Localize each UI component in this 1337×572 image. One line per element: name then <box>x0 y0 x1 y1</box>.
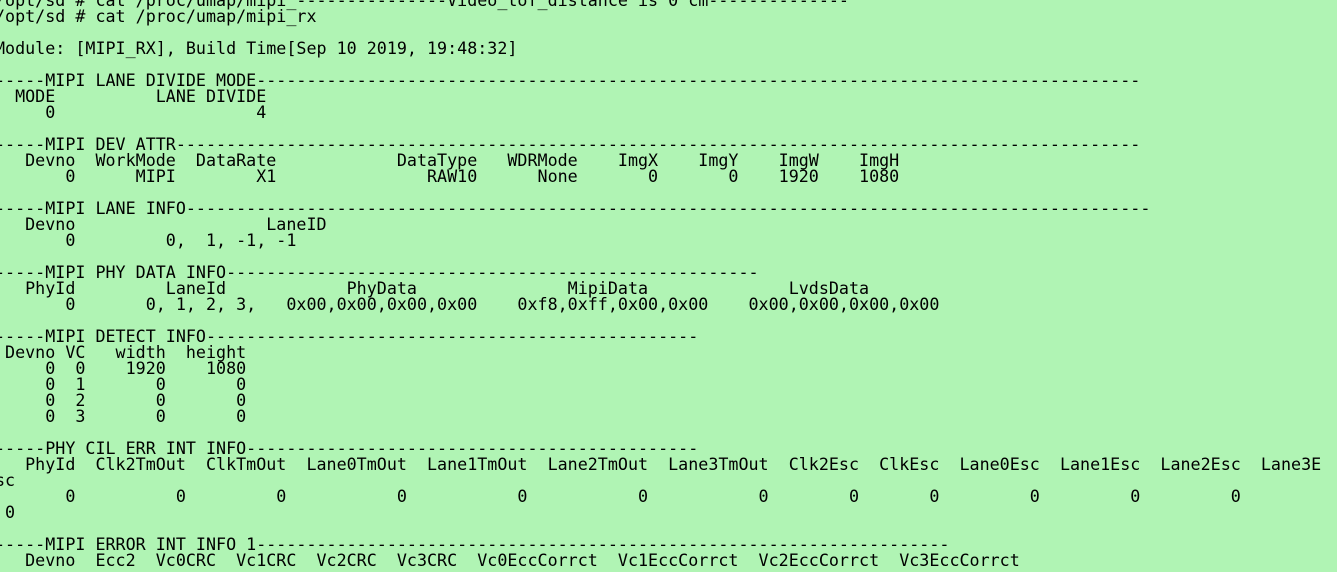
terminal-line: PhyId Clk2TmOut ClkTmOut Lane0TmOut Lane… <box>0 454 1322 474</box>
terminal-line: 0 0, 1, -1, -1 <box>0 230 297 250</box>
terminal-line: 0 3 0 0 <box>0 406 247 426</box>
terminal-line: 0 4 <box>0 102 267 122</box>
terminal-line: Devno Ecc2 Vc0CRC Vc1CRC Vc2CRC Vc3CRC V… <box>0 550 1020 570</box>
terminal-line: 0 0 0 0 0 0 0 0 0 0 0 0 <box>0 486 1241 506</box>
terminal-output: /opt/sd # cat /proc/umap/mipi_----------… <box>0 0 1337 568</box>
terminal-line: Module: [MIPI_RX], Build Time[Sep 10 201… <box>0 38 518 58</box>
terminal-line: 0 MIPI X1 RAW10 None 0 0 1920 1080 <box>0 166 900 186</box>
terminal-window[interactable]: /opt/sd # cat /proc/umap/mipi_----------… <box>0 0 1337 572</box>
terminal-line: /opt/sd # cat /proc/umap/mipi_rx <box>0 6 317 26</box>
terminal-line: 0 0, 1, 2, 3, 0x00,0x00,0x00,0x00 0xf8,0… <box>0 294 940 314</box>
terminal-line: 0 <box>5 502 16 522</box>
